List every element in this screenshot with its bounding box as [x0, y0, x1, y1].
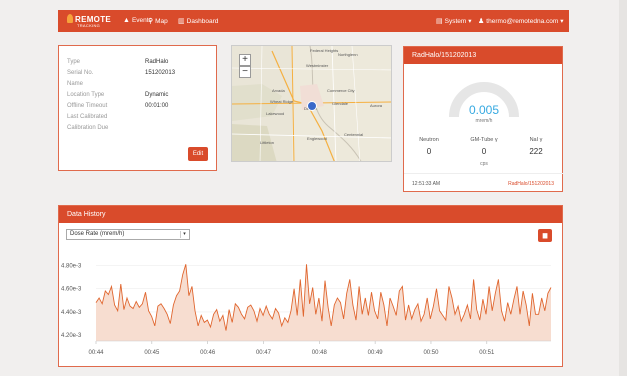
x-tick-label: 00:44 — [88, 350, 104, 356]
y-tick-label: 4.80e-3 — [61, 263, 82, 269]
detail-label: Last Calibrated — [67, 114, 108, 120]
y-tick-label: 4.60e-3 — [61, 287, 82, 293]
x-tick-label: 00:45 — [144, 350, 160, 356]
location-marker[interactable] — [307, 101, 317, 111]
map-label: Westminster — [306, 63, 329, 68]
device-details-panel: Type RadHalo Serial No. 151202013 Name L… — [58, 45, 217, 171]
dose-rate-value: 0.005 — [468, 103, 500, 117]
device-link[interactable]: RadHalo/151202013 — [508, 181, 554, 187]
map-label: Commerce City — [327, 88, 355, 93]
map-label: Centennial — [344, 132, 364, 137]
right-scrollbar[interactable] — [619, 0, 627, 376]
map-label: Northglenn — [338, 52, 358, 57]
warning-icon: ▲ — [123, 17, 130, 24]
detail-label: Calibration Due — [67, 125, 109, 131]
location-map[interactable]: + − Federal Heights Northglenn Arvada We… — [231, 45, 392, 162]
map-label: Wheat Ridge — [270, 99, 294, 104]
stat-label-neutron: Neutron — [419, 137, 439, 143]
map-label: Aurora — [370, 103, 383, 108]
device-status-card: RadHalo/151202013 0.005 mrem/h Neutron G… — [403, 46, 564, 192]
last-update-time: 12:51:33 AM — [412, 181, 441, 187]
x-tick-label: 00:50 — [423, 350, 439, 356]
map-pin-icon: ⚲ — [148, 18, 154, 25]
map-label: Federal Heights — [310, 48, 339, 53]
detail-label: Type — [67, 59, 81, 65]
top-strip: REMOTE TRACKING ▲ Events ⚲ Map ▥ Dashboard … — [0, 0, 627, 33]
stat-label-gm: GM-Tube γ — [470, 137, 498, 143]
map-label: Glendale — [332, 101, 349, 106]
x-tick-label: 00:46 — [200, 350, 216, 356]
edit-button[interactable]: Edit — [188, 147, 208, 161]
x-tick-label: 00:51 — [479, 350, 495, 356]
detail-label: Offline Timeout — [67, 103, 108, 109]
zoom-in-button[interactable]: + — [239, 54, 251, 66]
x-tick-label: 00:48 — [312, 350, 328, 356]
detail-label: Location Type — [67, 92, 105, 98]
stat-value-gm: 0 — [481, 147, 487, 156]
map-label: Lakewood — [266, 111, 285, 116]
dose-rate-unit: mrem/h — [475, 118, 493, 124]
metric-select[interactable]: Dose Rate (mrem/h) ▾ — [66, 229, 190, 240]
flame-icon — [67, 14, 73, 23]
stat-value-neutron: 0 — [426, 147, 432, 156]
card-divider — [404, 173, 564, 174]
nav-system[interactable]: ▤ System ▾ — [436, 17, 472, 26]
chevron-down-icon: ▾ — [180, 231, 188, 238]
detail-value: RadHalo — [145, 59, 169, 65]
dose-history-chart: 4.20e-3 4.40e-3 4.60e-3 4.80e-3 00:44 00:45 00… — [61, 263, 552, 356]
detail-label: Serial No. — [67, 70, 94, 76]
caret-down-icon: ▾ — [560, 18, 564, 25]
detail-value: 151202013 — [145, 70, 176, 76]
cps-label: cps — [480, 161, 488, 167]
export-button[interactable]: ▆ — [538, 229, 552, 242]
detail-value: Dynamic — [145, 92, 169, 98]
nav-user[interactable]: ♟ thermo@remotedna.com ▾ — [478, 17, 564, 26]
nav-dashboard[interactable]: ▥ Dashboard — [178, 17, 218, 26]
map-label: Arvada — [272, 88, 285, 93]
map-label: Littleton — [260, 140, 275, 145]
detail-value: 00:01:00 — [145, 103, 169, 109]
user-icon: ♟ — [478, 18, 485, 25]
navbar: REMOTE TRACKING ▲ Events ⚲ Map ▥ Dashboard … — [58, 10, 569, 32]
server-icon: ▤ — [436, 18, 443, 25]
nav-map[interactable]: ⚲ Map — [148, 17, 168, 26]
data-history-title: Data History — [59, 206, 562, 223]
grid-icon: ▥ — [178, 18, 185, 25]
zoom-out-button[interactable]: − — [239, 66, 251, 78]
folder-icon: ▆ — [542, 233, 548, 239]
map-label: Englewood — [307, 136, 327, 141]
detail-label: Name — [67, 81, 84, 87]
caret-down-icon: ▾ — [468, 18, 472, 25]
y-tick-label: 4.40e-3 — [61, 310, 82, 316]
x-tick-label: 00:49 — [368, 350, 384, 356]
brand-logo[interactable]: REMOTE TRACKING — [67, 14, 111, 28]
x-tick-label: 00:47 — [256, 350, 272, 356]
stat-value-nai: 222 — [529, 147, 543, 156]
stat-label-nai: NaI γ — [529, 137, 543, 143]
y-tick-label: 4.20e-3 — [61, 333, 82, 339]
device-card-title[interactable]: RadHalo/151202013 — [404, 47, 562, 64]
